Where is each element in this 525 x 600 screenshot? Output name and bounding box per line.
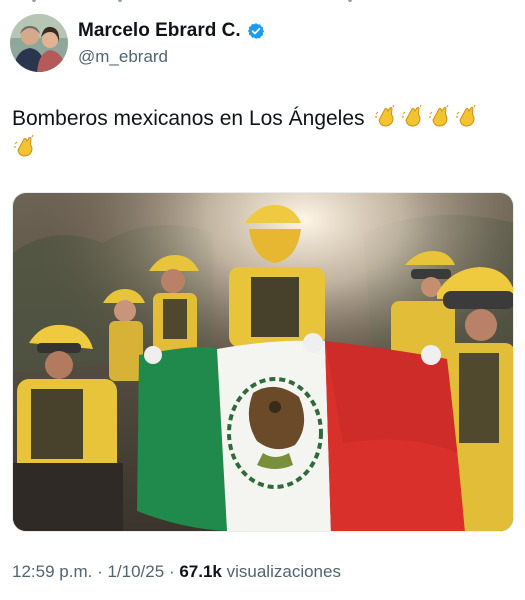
author-display-name[interactable]: Marcelo Ebrard C. xyxy=(78,20,241,42)
clapping-hands-icon xyxy=(12,134,36,159)
tweet-text-body: Bomberos mexicanos en Los Ángeles xyxy=(12,107,365,130)
previous-tweet-edge xyxy=(0,0,525,6)
author-names: Marcelo Ebrard C. @m_ebrard xyxy=(78,20,265,67)
tweet-text: Bomberos mexicanos en Los Ángeles xyxy=(12,104,512,164)
tweet-time[interactable]: 12:59 p.m. xyxy=(12,562,92,581)
tweet-date[interactable]: 1/10/25 xyxy=(107,562,164,581)
firefighter xyxy=(103,289,145,381)
views-label: visualizaciones xyxy=(226,562,341,581)
clapping-hands-icon xyxy=(400,104,424,129)
edge-fragment xyxy=(118,0,122,2)
views-count: 67.1k xyxy=(179,562,222,581)
clapping-hands-icon xyxy=(427,104,451,129)
glove xyxy=(421,345,441,365)
verified-badge-icon xyxy=(247,22,265,40)
avatar[interactable] xyxy=(10,14,68,72)
glove xyxy=(144,346,162,364)
tweet-meta: 12:59 p.m. · 1/10/25 · 67.1k visualizaci… xyxy=(12,562,341,582)
edge-fragment xyxy=(32,0,36,2)
clapping-hands-icon xyxy=(373,104,397,129)
author-handle[interactable]: @m_ebrard xyxy=(78,47,265,67)
mexican-flag xyxy=(137,340,465,531)
glove xyxy=(303,333,323,353)
tweet-header: Marcelo Ebrard C. @m_ebrard xyxy=(10,14,515,74)
tweet-photo[interactable] xyxy=(12,192,514,532)
meta-separator: · xyxy=(97,562,103,581)
clapping-hands-icon xyxy=(454,104,478,129)
edge-fragment xyxy=(348,0,352,2)
meta-separator: · xyxy=(168,562,175,581)
